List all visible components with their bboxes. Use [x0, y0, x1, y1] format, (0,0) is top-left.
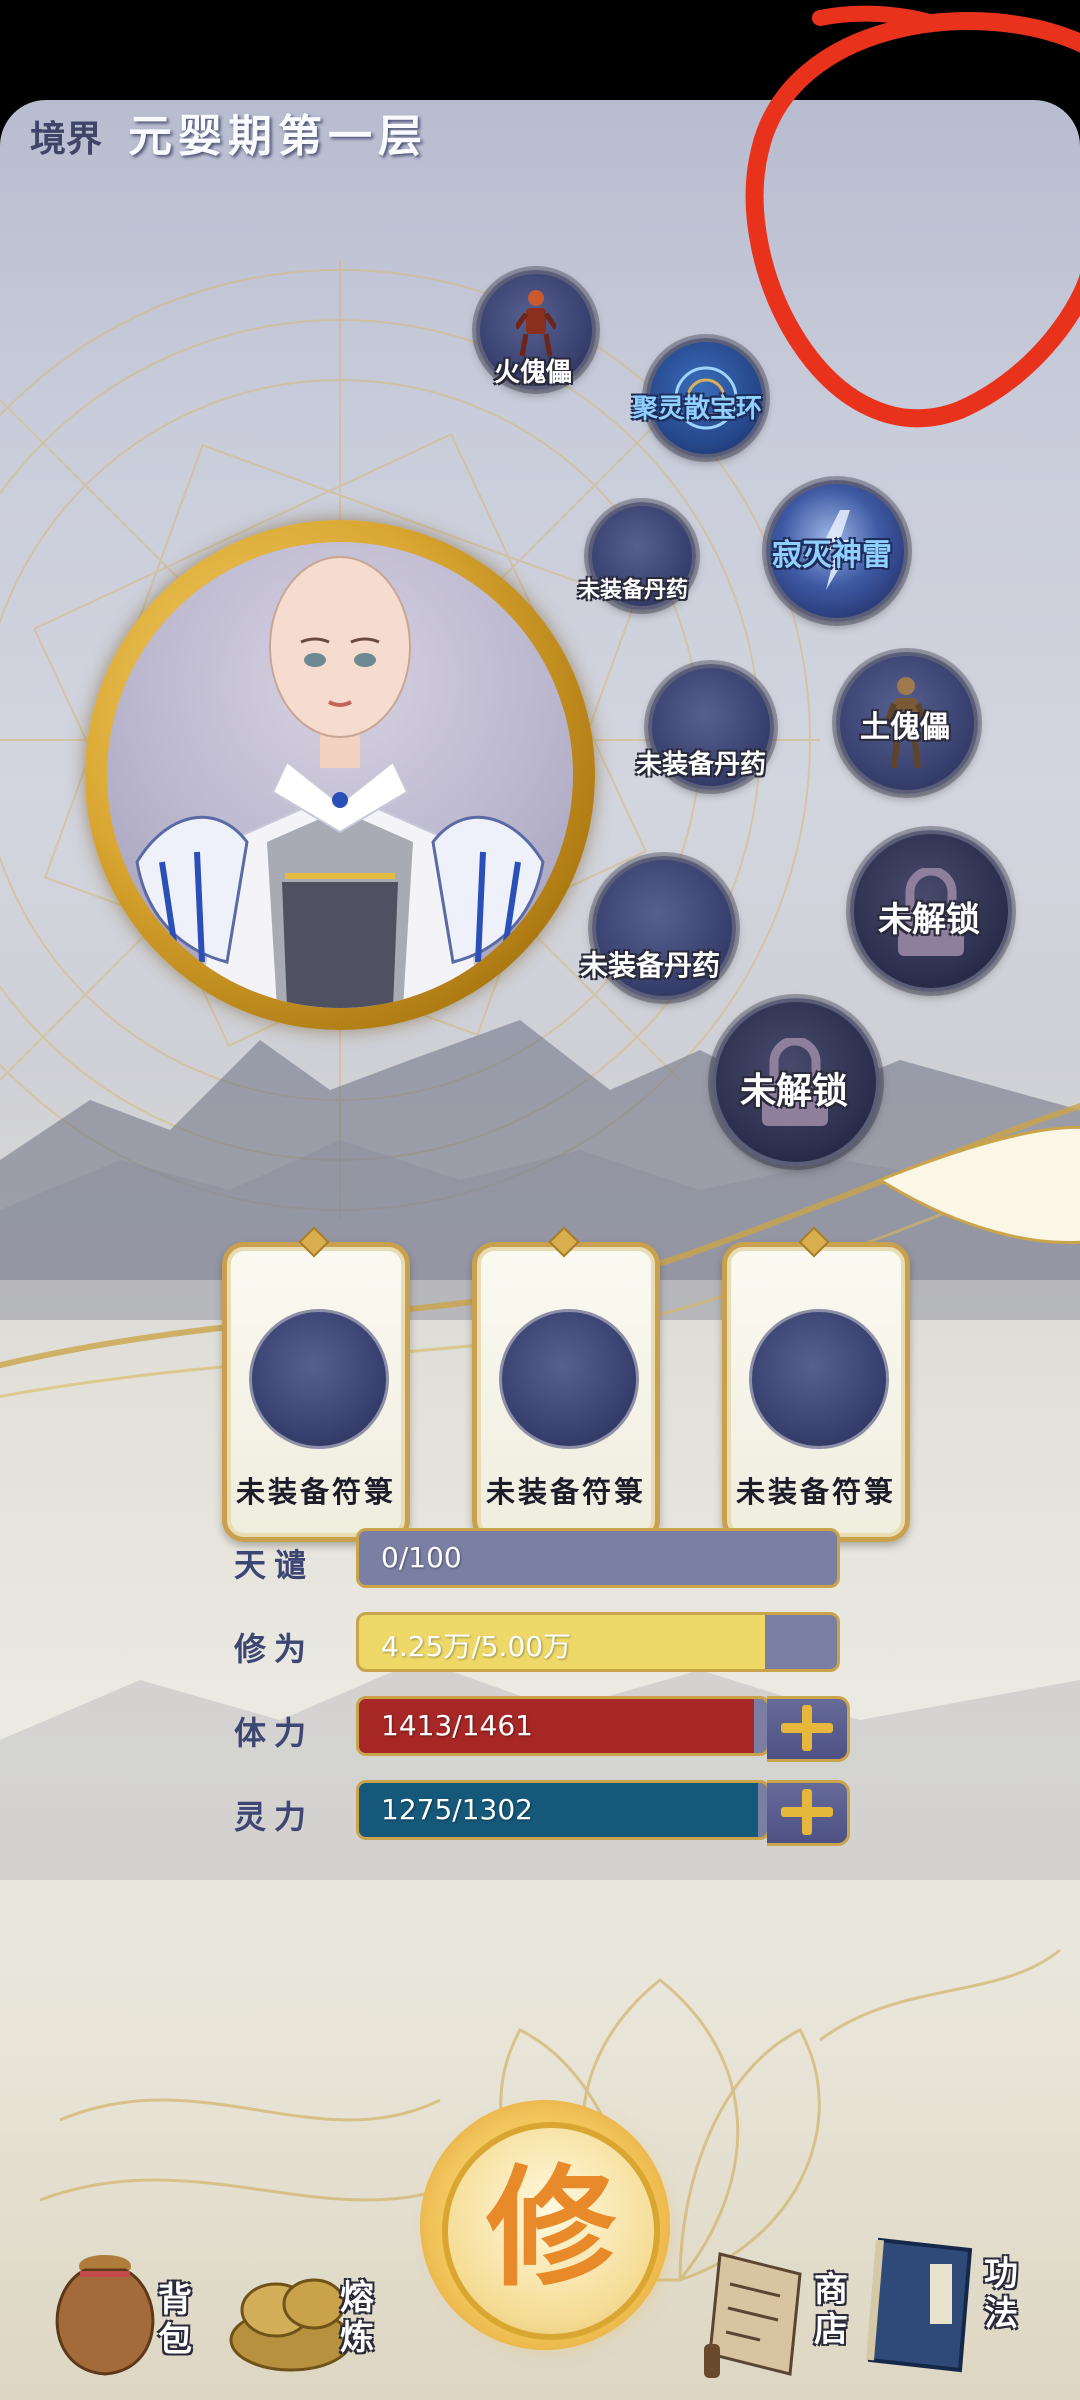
skill-label-earth-puppet: 土傀儡 [860, 710, 950, 745]
skill-label-spirit-ring: 聚灵散宝环 [632, 394, 763, 424]
talisman-card-1[interactable]: 未装备符箓 [222, 1226, 410, 1542]
card-ornament [298, 1226, 330, 1258]
stat-label-spirit: 灵力 [234, 1798, 315, 1836]
character-portrait-frame[interactable] [85, 520, 595, 1030]
plus-icon [802, 1789, 812, 1835]
refine-icon [229, 2278, 353, 2372]
nav-refine[interactable]: 熔炼 [226, 2230, 396, 2400]
talisman-label-2: 未装备符箓 [485, 1475, 646, 1509]
stat-value-punishment: 0/100 [381, 1541, 462, 1574]
locked-slot-2-label: 未解锁 [740, 1070, 849, 1112]
stat-label-cultivation: 修为 [234, 1630, 315, 1668]
character-avatar [135, 556, 545, 1008]
shop-scroll-icon [704, 2252, 802, 2378]
nav-skills-label: 功法 [984, 2254, 1018, 2334]
pill-slot-1-label: 未装备丹药 [578, 577, 689, 603]
nav-bag-label: 背包 [158, 2280, 192, 2360]
talisman-slot-1 [249, 1309, 389, 1449]
talisman-slot-3 [749, 1309, 889, 1449]
talisman-card-3[interactable]: 未装备符箓 [722, 1226, 910, 1542]
nav-refine-label: 熔炼 [340, 2278, 374, 2358]
stat-value-spirit: 1275/1302 [381, 1793, 533, 1826]
card-ornament [798, 1226, 830, 1258]
plus-icon [802, 1705, 812, 1751]
talisman-label-1: 未装备符箓 [235, 1475, 396, 1509]
skill-label-lightning: 寂灭神雷 [772, 538, 892, 573]
talisman-slot-2 [499, 1309, 639, 1449]
stat-bar-cultivation: 4.25万/5.00万 [356, 1612, 840, 1672]
nav-skills[interactable]: 功法 [860, 2220, 1040, 2400]
nav-bag[interactable]: 背包 [40, 2230, 210, 2400]
cultivate-button[interactable]: 修 [442, 2122, 660, 2340]
stat-label-punishment: 天谴 [234, 1546, 315, 1584]
spirit-plus-button[interactable] [767, 1780, 850, 1846]
stat-bar-stamina: 1413/1461 [356, 1696, 770, 1756]
pill-slot-2-label: 未装备丹药 [636, 750, 767, 780]
main-panel: 境界 元婴期第一层 火傀儡 聚灵散宝环 未装备丹药 寂灭神雷 未装备丹药 土傀儡… [0, 100, 1080, 2400]
skill-label-fire-puppet: 火傀儡 [494, 358, 573, 388]
realm-label: 境界 [30, 118, 103, 160]
talisman-card-2[interactable]: 未装备符箓 [472, 1226, 660, 1542]
stat-label-stamina: 体力 [234, 1714, 315, 1752]
nav-shop-label: 商店 [814, 2270, 848, 2350]
stat-bar-punishment: 0/100 [356, 1528, 840, 1588]
game-screen: 境界 元婴期第一层 火傀儡 聚灵散宝环 未装备丹药 寂灭神雷 未装备丹药 土傀儡… [0, 0, 1080, 2400]
pill-slot-3-label: 未装备丹药 [580, 949, 721, 982]
cultivate-glyph: 修 [485, 2151, 616, 2304]
stat-value-stamina: 1413/1461 [381, 1709, 533, 1742]
nav-shop[interactable]: 商店 [700, 2230, 870, 2400]
stamina-plus-button[interactable] [767, 1696, 850, 1762]
stat-value-cultivation: 4.25万/5.00万 [381, 1630, 572, 1663]
card-ornament [548, 1226, 580, 1258]
realm-value: 元婴期第一层 [128, 111, 428, 162]
stat-bar-spirit: 1275/1302 [356, 1780, 770, 1840]
book-icon [866, 2237, 973, 2373]
locked-slot-1-label: 未解锁 [878, 900, 980, 940]
talisman-label-3: 未装备符箓 [735, 1475, 896, 1509]
fire-puppet-icon [516, 290, 556, 357]
character-portrait [107, 542, 573, 1008]
bag-icon [55, 2255, 155, 2376]
